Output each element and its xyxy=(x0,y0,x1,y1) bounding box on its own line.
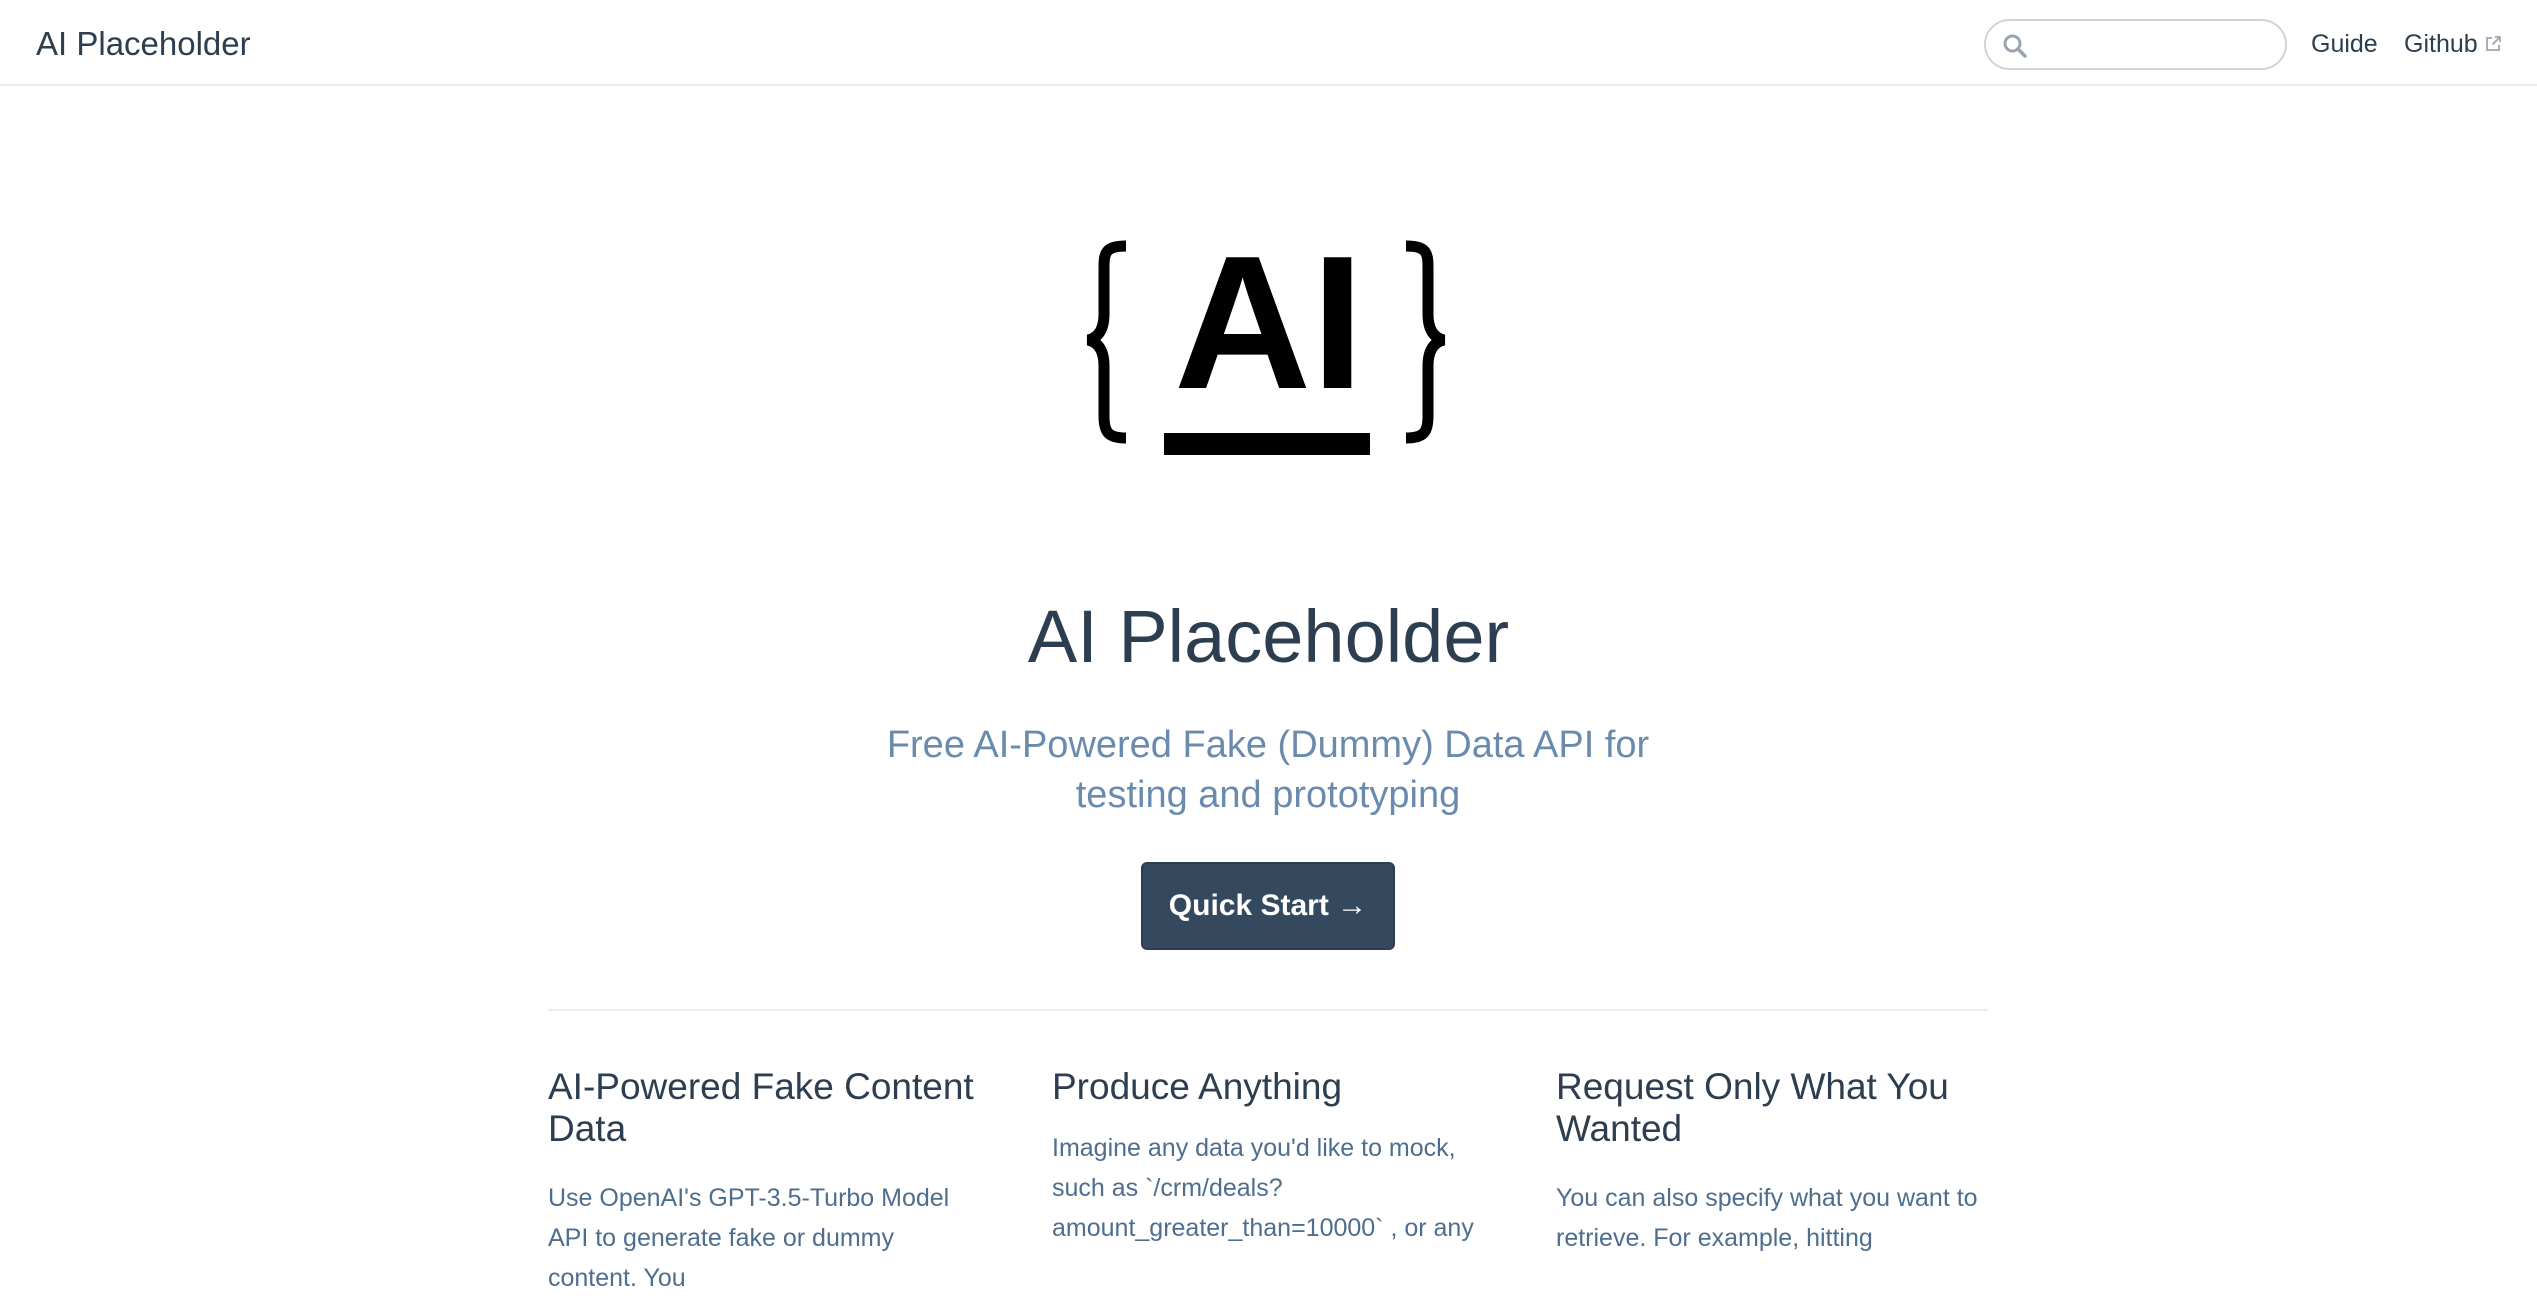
feature-title: Request Only What You Wanted xyxy=(1556,1066,1949,1149)
feature-card: Request Only What You Wanted You can als… xyxy=(1556,1066,1996,1258)
nav-link-guide[interactable]: Guide xyxy=(2311,27,2378,61)
search-box[interactable] xyxy=(1984,19,2287,70)
search-icon xyxy=(2003,34,2027,58)
feature-description: You can also specify what you want to re… xyxy=(1556,1184,1978,1252)
navbar: AI Placeholder Guide Github xyxy=(0,0,2537,86)
search-input[interactable] xyxy=(2038,27,2268,63)
hero-tagline: Free AI-Powered Fake (Dummy) Data API fo… xyxy=(886,724,1650,816)
site-name-link[interactable]: AI Placeholder xyxy=(36,24,251,64)
nav-link-github-label: Github xyxy=(2404,30,2478,58)
ai-logo: AI xyxy=(1086,240,1446,455)
ai-logo-text: AI xyxy=(1174,240,1364,429)
hero-title: AI Placeholder xyxy=(1027,595,1510,678)
nav-link-github[interactable]: Github xyxy=(2404,27,2502,61)
external-link-icon xyxy=(2485,36,2501,51)
feature-card: AI-Powered Fake Content Data Use OpenAI'… xyxy=(548,1066,988,1298)
feature-title: Produce Anything xyxy=(1052,1066,1343,1107)
feature-description: Use OpenAI's GPT-3.5-Turbo Model API to … xyxy=(548,1184,950,1292)
feature-title: AI-Powered Fake Content Data xyxy=(548,1066,974,1149)
divider xyxy=(548,1009,1988,1011)
feature-description: Imagine any data you'd like to mock, suc… xyxy=(1052,1134,1474,1242)
feature-card: Produce Anything Imagine any data you'd … xyxy=(1052,1066,1492,1248)
quick-start-button[interactable]: Quick Start → xyxy=(1141,862,1395,950)
